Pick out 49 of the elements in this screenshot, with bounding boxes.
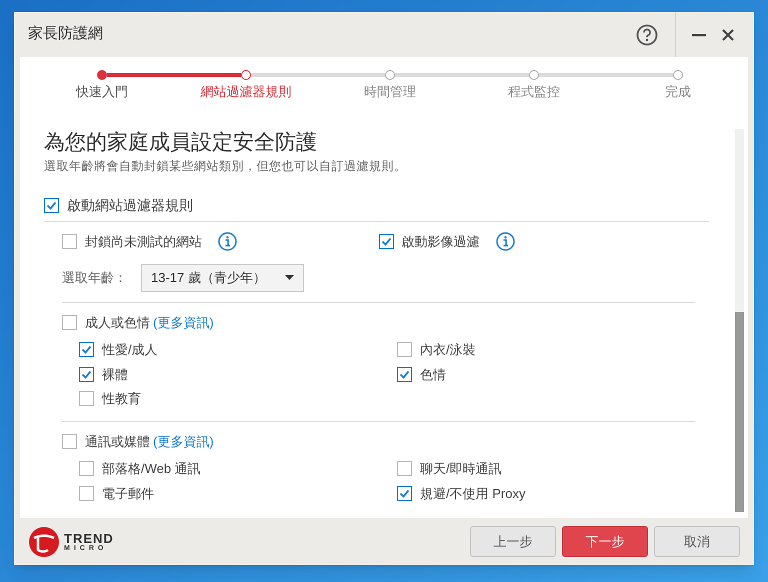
checkbox[interactable] (79, 342, 94, 358)
scrollbar[interactable] (735, 129, 744, 512)
category-label: 成人或色情 (85, 314, 150, 332)
checkbox-label: 封鎖尚未測試的網站 (85, 233, 202, 251)
info-icon[interactable] (218, 232, 237, 252)
caret-icon (285, 275, 294, 280)
checkbox[interactable] (62, 234, 77, 250)
checkbox-label: 裸體 (102, 366, 128, 384)
checkbox[interactable] (397, 342, 412, 358)
more-info-link[interactable]: (更多資訊) (153, 432, 214, 451)
age-dropdown[interactable]: 13-17 歲（青少年） (141, 264, 304, 292)
checkbox-label: 聊天/即時通訊 (420, 460, 502, 478)
more-info-link[interactable]: (更多資訊) (153, 312, 214, 332)
window-title: 家長防護網 (28, 24, 103, 44)
help-icon[interactable] (636, 24, 658, 46)
category-label: 通訊或媒體 (85, 432, 150, 450)
checkbox-label: 啟動網站過濾器規則 (67, 196, 193, 215)
step-label: 快速入門 (76, 83, 128, 101)
checkbox[interactable] (397, 486, 412, 501)
wizard-button[interactable]: 上一步 (470, 526, 556, 557)
checkbox-label: 內衣/泳裝 (420, 341, 476, 359)
wizard-button[interactable]: 下一步 (562, 526, 648, 557)
step-label: 時間管理 (364, 83, 416, 101)
checkbox-label: 啟動影像過濾 (402, 233, 480, 251)
checkbox-label: 部落格/Web 通訊 (102, 460, 201, 478)
step-label: 網站過濾器規則 (200, 83, 292, 101)
page-heading: 為您的家庭成員設定安全防護 (44, 130, 318, 156)
checkbox[interactable] (397, 366, 412, 382)
age-label: 選取年齡： (62, 268, 128, 287)
checkbox[interactable] (79, 391, 94, 406)
checkbox[interactable] (79, 461, 94, 476)
checkbox[interactable] (62, 314, 77, 330)
step-label: 程式監控 (508, 83, 560, 101)
checkbox-label: 性教育 (102, 390, 141, 408)
checkbox[interactable] (397, 461, 412, 476)
checkbox[interactable] (378, 234, 394, 250)
checkbox-label: 電子郵件 (102, 484, 154, 502)
checkbox[interactable] (62, 434, 77, 449)
info-icon[interactable] (496, 232, 514, 252)
close-icon[interactable] (722, 28, 734, 40)
checkbox[interactable] (44, 198, 59, 213)
checkbox-label: 色情 (420, 366, 446, 384)
checkbox[interactable] (79, 366, 94, 382)
wizard-button[interactable]: 取消 (654, 526, 740, 557)
checkbox-label: 性愛/成人 (102, 341, 158, 359)
checkbox[interactable] (79, 486, 94, 501)
page-description: 選取年齡將會自動封鎖某些網站類別，但您也可以自訂過濾規則。 (44, 158, 408, 175)
checkbox-label: 規避/不使用 Proxy (420, 484, 526, 503)
step-label: 完成 (665, 83, 691, 101)
